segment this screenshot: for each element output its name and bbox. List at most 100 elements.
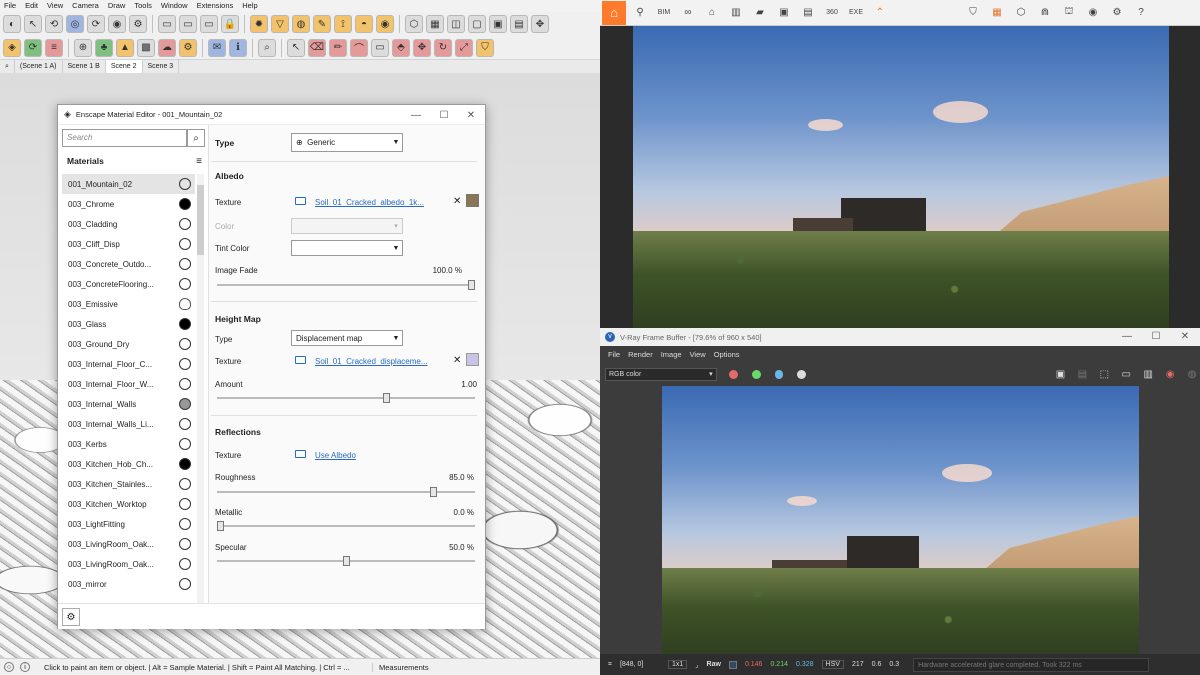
minimize-icon[interactable]: — xyxy=(402,105,430,125)
menu-edit[interactable]: Edit xyxy=(25,0,38,12)
menu-camera[interactable]: Camera xyxy=(72,0,99,12)
info-icon[interactable]: i xyxy=(20,662,30,672)
material-editor-titlebar[interactable]: ◈ Enscape Material Editor - 001_Mountain… xyxy=(58,105,485,125)
checker-icon[interactable]: ▩ xyxy=(137,38,155,57)
maximize-icon[interactable]: ☐ xyxy=(430,105,458,125)
tree-icon[interactable]: ♣ xyxy=(95,38,113,57)
vfb-menu-render[interactable]: Render xyxy=(628,350,653,359)
material-list-item[interactable]: 003_Concrete_Outdo... xyxy=(62,254,195,274)
folder-icon[interactable] xyxy=(295,356,306,364)
material-list-item[interactable]: 003_Internal_Walls_Li... xyxy=(62,414,195,434)
albedo-color-picker[interactable]: ▾ xyxy=(291,218,403,234)
menu-view[interactable]: View xyxy=(47,0,63,12)
use-albedo-link[interactable]: Use Albedo xyxy=(315,451,356,460)
material-list-item[interactable]: 003_Kerbs xyxy=(62,434,195,454)
material-list-item[interactable]: 003_Internal_Walls xyxy=(62,394,195,414)
light-icon[interactable]: ▽ xyxy=(271,15,289,33)
material-list-item[interactable]: 003_Internal_Floor_C... xyxy=(62,354,195,374)
minimize-icon[interactable]: — xyxy=(1113,327,1141,345)
slider-handle[interactable] xyxy=(468,280,475,290)
height-map-swatch[interactable] xyxy=(466,353,479,366)
screenshot-icon[interactable]: ▣ xyxy=(774,3,794,23)
window-icon[interactable]: ▭ xyxy=(158,15,176,33)
channel-dropdown[interactable]: RGB color ▾ xyxy=(605,367,717,381)
material-list-item[interactable]: 001_Mountain_02 xyxy=(62,174,195,194)
save-all-icon[interactable]: ▤ xyxy=(1074,366,1090,382)
camera-icon[interactable]: ◫ xyxy=(447,15,465,33)
close-icon[interactable]: ✕ xyxy=(1171,327,1199,345)
menu-tools[interactable]: Tools xyxy=(134,0,152,12)
alpha-channel-icon[interactable] xyxy=(797,369,807,379)
tab-scene-1a[interactable]: (Scene 1 A) xyxy=(15,60,63,73)
gears-icon[interactable]: ⚙ xyxy=(179,38,197,57)
vfb-menu-file[interactable]: File xyxy=(608,350,620,359)
material-list-item[interactable]: 003_Cliff_Disp xyxy=(62,234,195,254)
color-space-dropdown[interactable]: HSV xyxy=(821,660,844,669)
lock-icon[interactable]: 🔒 xyxy=(221,15,239,33)
menu-file[interactable]: File xyxy=(4,0,16,12)
material-list-item[interactable]: 003_Emissive xyxy=(62,294,195,314)
display-mode-icon[interactable]: ⌟ xyxy=(695,661,698,669)
material-list-item[interactable]: 003_LightFitting xyxy=(62,514,195,534)
cube-icon[interactable]: ⬡ xyxy=(1011,3,1031,23)
pencil-icon[interactable]: ✏ xyxy=(329,38,347,57)
material-list-item[interactable]: 003_Kitchen_Hob_Ch... xyxy=(62,454,195,474)
folder-icon[interactable] xyxy=(295,197,306,205)
map-pin-icon[interactable]: ⚲ xyxy=(630,3,650,23)
material-list-item[interactable]: 003_Kitchen_Worktop xyxy=(62,494,195,514)
material-list-item[interactable]: 003_Ground_Dry xyxy=(62,334,195,354)
sphere-icon[interactable]: ◍ xyxy=(292,15,310,33)
compare-icon[interactable]: ▥ xyxy=(1140,366,1156,382)
red-channel-icon[interactable] xyxy=(728,369,738,379)
slider-handle[interactable] xyxy=(217,521,224,531)
search-icon[interactable]: ⌕ xyxy=(187,129,205,147)
spotlight-icon[interactable]: ⟟ xyxy=(334,15,352,33)
tab-scene-3[interactable]: Scene 3 xyxy=(143,60,180,73)
buildings-icon[interactable]: ▥ xyxy=(726,3,746,23)
eye-icon[interactable]: ◉ xyxy=(1083,3,1103,23)
window-icon[interactable]: ▭ xyxy=(179,15,197,33)
amount-slider[interactable] xyxy=(217,393,475,403)
albedo-texture-link[interactable]: Soil_01_Cracked_albedo_1k... xyxy=(315,198,443,207)
layout-icon[interactable]: ▦ xyxy=(987,3,1007,23)
enscape-render-view[interactable] xyxy=(633,26,1169,328)
material-list-item[interactable]: 003_Cladding xyxy=(62,214,195,234)
material-list-item[interactable]: 003_Kitchen_Stainles... xyxy=(62,474,195,494)
close-icon[interactable]: ✕ xyxy=(457,105,485,125)
chevron-up-icon[interactable]: ⌃ xyxy=(870,3,890,23)
green-channel-icon[interactable] xyxy=(751,369,761,379)
folder-icon[interactable] xyxy=(295,450,306,458)
cloud-upload-icon[interactable]: ☁ xyxy=(158,38,176,57)
slider-handle[interactable] xyxy=(343,556,350,566)
clear-texture-icon[interactable]: ✕ xyxy=(453,355,461,366)
push-pull-icon[interactable]: ⬘ xyxy=(392,38,410,57)
height-map-texture-link[interactable]: Soil_01_Cracked_displaceme... xyxy=(315,357,443,366)
mail-icon[interactable]: ✉ xyxy=(208,38,226,57)
enscape-start-icon[interactable]: ◎ xyxy=(66,15,84,33)
search-input[interactable]: Search xyxy=(62,129,187,147)
sync-icon[interactable]: ⟳ xyxy=(87,15,105,33)
cube-icon[interactable]: ⬡ xyxy=(405,15,423,33)
vfb-render-image[interactable] xyxy=(662,386,1139,654)
crop-icon[interactable]: ⌗ xyxy=(608,661,612,669)
tab-scene-1b[interactable]: Scene 1 B xyxy=(63,60,106,73)
specular-slider[interactable] xyxy=(217,556,475,566)
maximize-icon[interactable]: ☐ xyxy=(1142,327,1170,345)
tab-scene-2[interactable]: Scene 2 xyxy=(105,60,143,73)
rectangle-icon[interactable]: ▭ xyxy=(371,38,389,57)
home-icon[interactable]: ⌂ xyxy=(602,0,626,25)
panorama-icon[interactable]: 360 xyxy=(822,3,842,23)
hamburger-menu-icon[interactable]: ≡ xyxy=(196,156,202,168)
geolocation-icon[interactable]: ○ xyxy=(4,662,14,672)
arc-icon[interactable]: ⌒ xyxy=(350,38,368,57)
window-icon[interactable]: ▭ xyxy=(200,15,218,33)
people-icon[interactable]: ⋒ xyxy=(1035,3,1055,23)
blue-channel-icon[interactable] xyxy=(774,369,784,379)
bim-icon[interactable]: BIM xyxy=(654,3,674,23)
vfb-menu-options[interactable]: Options xyxy=(714,350,740,359)
clear-texture-icon[interactable]: ✕ xyxy=(453,196,461,207)
scene-search-icon[interactable]: ⌕ xyxy=(0,60,15,73)
render-icon[interactable]: ◉ xyxy=(376,15,394,33)
binoculars-icon[interactable]: ∞ xyxy=(678,3,698,23)
clapper-icon[interactable]: ▰ xyxy=(750,3,770,23)
